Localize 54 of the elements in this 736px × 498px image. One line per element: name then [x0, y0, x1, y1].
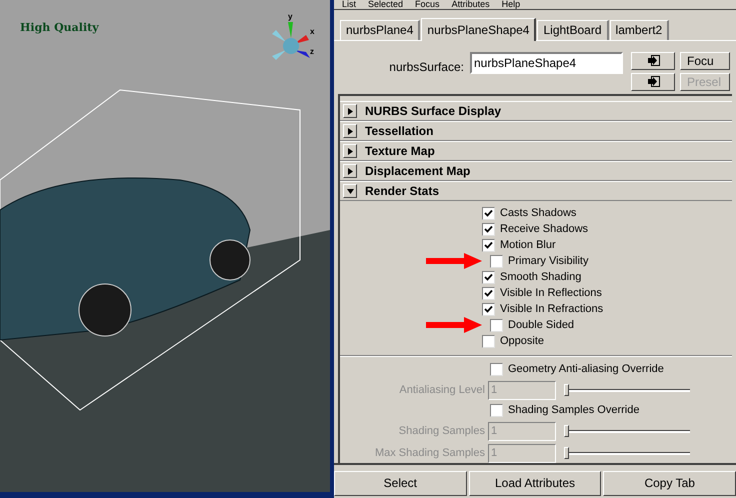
menu-item[interactable]: Focus: [415, 0, 440, 9]
menu-item[interactable]: Help: [502, 0, 520, 9]
slider-label: Max Shading Samples: [374, 446, 486, 461]
section-header[interactable]: Tessellation: [340, 121, 732, 142]
checkbox-label: Receive Shadows: [500, 222, 588, 237]
checkbox-label: Primary Visibility: [508, 254, 588, 269]
viewport-label: High Quality: [20, 20, 99, 36]
checkbox-label: Geometry Anti-aliasing Override: [508, 362, 664, 378]
pointer-arrow-icon: [426, 317, 482, 334]
section-header[interactable]: Render Stats: [340, 181, 732, 202]
menu-item[interactable]: Attributes: [452, 0, 490, 9]
checkbox-label: Visible In Reflections: [500, 286, 602, 301]
checkbox-label: Double Sided: [508, 318, 574, 333]
menu-item[interactable]: List: [342, 0, 356, 9]
checkbox-label: Shading Samples Override: [508, 403, 640, 418]
checkbox[interactable]: [490, 404, 503, 418]
checkbox-label: Motion Blur: [500, 238, 556, 253]
checkbox[interactable]: [482, 270, 495, 284]
slider[interactable]: [564, 447, 690, 460]
slider[interactable]: [564, 425, 690, 438]
footer-button[interactable]: Copy Tab: [603, 470, 736, 496]
checkbox[interactable]: [482, 206, 495, 220]
checkbox-label: Casts Shadows: [500, 206, 576, 221]
unload-node-button[interactable]: [631, 72, 675, 91]
checkbox[interactable]: [490, 318, 503, 332]
slider-label: Antialiasing Level: [398, 382, 486, 398]
checkbox-label: Opposite: [500, 334, 544, 349]
field-label: nurbsSurface:: [388, 58, 465, 76]
checkbox[interactable]: [482, 302, 495, 316]
tab[interactable]: nurbsPlaneShape4: [421, 18, 536, 41]
slider[interactable]: [564, 384, 690, 396]
tab[interactable]: nurbsPlane4: [340, 20, 420, 40]
footer-button[interactable]: Select: [334, 470, 467, 496]
load-node-button[interactable]: [631, 52, 675, 70]
checkbox[interactable]: [490, 363, 503, 376]
checkbox[interactable]: [490, 254, 503, 268]
checkbox-label: Smooth Shading: [500, 270, 582, 285]
slider-label: Shading Samples: [398, 424, 486, 439]
footer-button[interactable]: Load Attributes: [468, 470, 602, 496]
tab[interactable]: lambert2: [610, 20, 670, 40]
node-name-field[interactable]: nurbsPlaneShape4: [470, 52, 623, 74]
arrow-into-box-icon: [646, 55, 660, 66]
menu-item[interactable]: Selected: [368, 0, 404, 9]
checkbox[interactable]: [482, 238, 495, 252]
tab[interactable]: LightBoard: [537, 20, 609, 40]
section-header[interactable]: Texture Map: [340, 141, 732, 162]
checkbox[interactable]: [482, 334, 495, 348]
pointer-arrow-icon: [426, 253, 482, 270]
checkbox[interactable]: [482, 222, 495, 236]
checkbox[interactable]: [482, 286, 495, 300]
checkbox-label: Visible In Refractions: [500, 302, 604, 317]
side-button[interactable]: Focu: [680, 52, 730, 70]
section-header[interactable]: Displacement Map: [340, 161, 732, 182]
section-header[interactable]: NURBS Surface Display: [340, 101, 732, 122]
